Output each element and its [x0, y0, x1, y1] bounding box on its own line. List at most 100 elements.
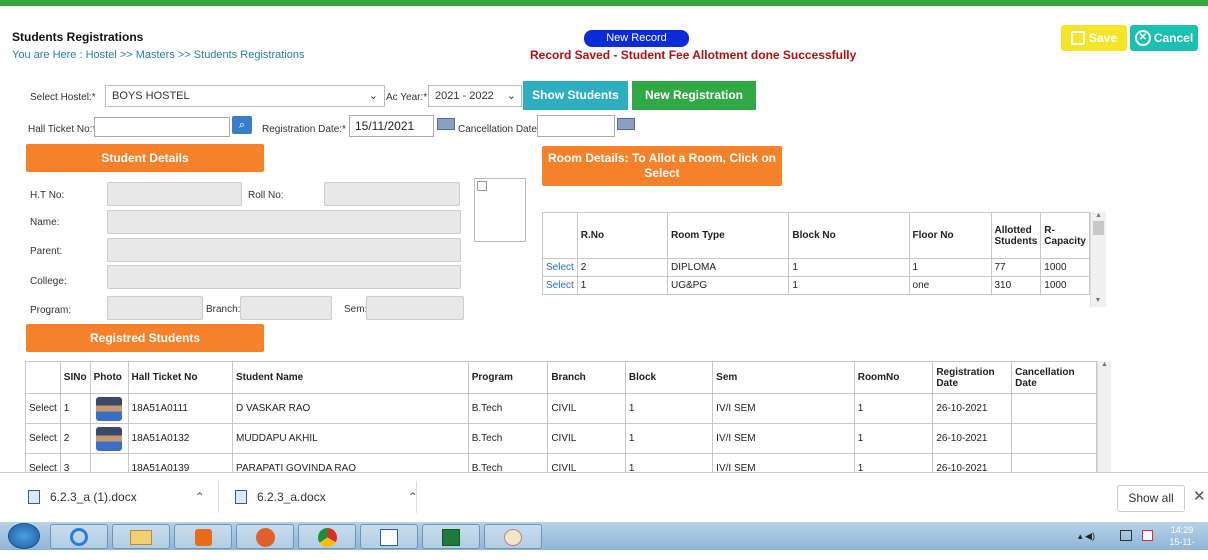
registered-column-header: RoomNo	[853, 361, 934, 394]
registered-table-container: SINo Photo Hall Ticket No Student Name Progr…	[25, 361, 1111, 472]
internet-explorer-icon[interactable]	[50, 524, 108, 549]
table-cell: 1	[624, 423, 714, 454]
chrome-icon[interactable]	[298, 524, 356, 549]
show-students-button[interactable]: Show Students	[523, 81, 628, 110]
paint-icon[interactable]	[484, 524, 542, 549]
table-cell: B.Tech	[467, 393, 549, 424]
select-link[interactable]: Select	[542, 276, 578, 295]
name-label: Name:	[30, 217, 60, 228]
download-item-1[interactable]: 6.2.3_a (1).docx ⌃	[28, 490, 205, 504]
program-label: Program:	[30, 305, 72, 316]
download-item-2[interactable]: 6.2.3_a.docx ⌃	[235, 490, 418, 504]
table-cell: 77	[990, 258, 1042, 277]
registered-table-header: SINo Photo Hall Ticket No Student Name Progr…	[25, 361, 1097, 394]
scroll-thumb[interactable]	[1093, 221, 1104, 235]
excel-icon[interactable]	[422, 524, 480, 549]
table-cell: CIVIL	[547, 423, 626, 454]
student-avatar	[96, 396, 123, 421]
sem-label: Sem:	[344, 304, 368, 315]
cancel-date-input[interactable]	[537, 115, 615, 137]
table-cell: 2	[576, 258, 668, 277]
reg-date-input[interactable]: 15/11/2021	[349, 115, 434, 137]
select-link[interactable]: Select	[25, 423, 61, 454]
parent-label: Parent:	[30, 246, 63, 257]
status-message: Record Saved - Student Fee Allotment don…	[530, 48, 857, 62]
hostel-select[interactable]: BOYS HOSTEL ⌄	[105, 85, 385, 107]
roll-field	[324, 182, 460, 206]
table-cell: 1	[59, 393, 91, 424]
save-label: Save	[1088, 31, 1118, 45]
table-cell: IV/I SEM	[712, 423, 855, 454]
media-player-icon[interactable]	[174, 524, 232, 549]
scroll-up-icon[interactable]: ▲	[1098, 361, 1111, 368]
chevron-up-icon[interactable]: ⌃	[195, 490, 205, 504]
room-column-header	[542, 212, 578, 259]
network-icon[interactable]	[1120, 530, 1132, 541]
room-column-header: Room Type	[666, 212, 790, 259]
firefox-icon[interactable]	[236, 524, 294, 549]
student-details-heading: Student Details	[26, 144, 264, 172]
branch-label: Branch:	[206, 304, 241, 315]
new-registration-button[interactable]: New Registration	[632, 81, 756, 110]
table-cell: 26-10-2021	[932, 453, 1013, 472]
table-cell: 26-10-2021	[932, 393, 1013, 424]
start-icon[interactable]	[8, 523, 40, 549]
table-cell: 18A51A0132	[127, 423, 234, 454]
table-row: Select 3 18A51A0139 PARAPATI GOVINDA RAO B.T…	[25, 453, 1097, 472]
registered-column-header: Hall Ticket No	[127, 361, 234, 394]
cancel-date-label: Cancellation Date:	[458, 124, 540, 135]
table-cell: 26-10-2021	[932, 423, 1013, 454]
branch-field	[240, 296, 332, 320]
table-cell: 1	[908, 258, 992, 277]
table-cell: 1	[624, 453, 714, 472]
sem-field	[366, 296, 464, 320]
registered-students-heading: Registred Students	[26, 324, 264, 352]
table-cell: 1	[788, 276, 910, 295]
table-cell: 1	[576, 276, 668, 295]
clock[interactable]: 14:29 15-11-2021	[1160, 524, 1204, 560]
room-column-header: Block No	[788, 212, 910, 259]
table-cell: CIVIL	[547, 453, 626, 472]
scroll-down-icon[interactable]: ▼	[1091, 297, 1105, 304]
hall-ticket-input[interactable]	[94, 117, 230, 137]
student-photo-cell	[89, 393, 129, 424]
word-icon[interactable]	[360, 524, 418, 549]
student-avatar	[96, 426, 123, 451]
volume-icon[interactable]: ▴ ◀)	[1078, 531, 1095, 542]
select-link[interactable]: Select	[25, 453, 61, 472]
close-icon[interactable]: ✕	[1193, 487, 1206, 505]
scroll-up-icon[interactable]: ▲	[1091, 212, 1106, 219]
registered-column-header: Branch	[547, 361, 626, 394]
action-center-icon[interactable]	[1142, 530, 1153, 541]
select-link[interactable]: Select	[25, 393, 61, 424]
folder-icon[interactable]	[112, 524, 170, 549]
clock-date: 15-11-2021	[1169, 537, 1195, 559]
ac-year-label: Ac Year:*	[386, 92, 428, 103]
room-table-scrollbar[interactable]: ▲ ▼	[1090, 212, 1106, 307]
table-row: Select 2 DIPLOMA 1 1 77 1000	[542, 258, 1090, 277]
search-icon[interactable]: ⌕	[232, 116, 252, 134]
show-all-button[interactable]: Show all	[1117, 485, 1185, 512]
breadcrumb: You are Here : Hostel >> Masters >> Stud…	[12, 49, 305, 61]
room-column-header: Floor No	[908, 212, 992, 259]
calendar-icon[interactable]	[617, 118, 635, 130]
page-title: Students Registrations	[12, 30, 144, 44]
reg-date-label: Registration Date:*	[262, 124, 346, 135]
save-button[interactable]: Save	[1061, 25, 1127, 51]
table-cell: 1	[853, 393, 934, 424]
new-record-button[interactable]: New Record	[584, 30, 689, 47]
ac-year-select[interactable]: 2021 - 2022 ⌄	[428, 85, 522, 107]
room-column-header: R.No	[576, 212, 668, 259]
table-cell: IV/I SEM	[712, 453, 855, 472]
table-cell: CIVIL	[547, 393, 626, 424]
ac-year-value: 2021 - 2022	[435, 90, 494, 102]
chevron-down-icon: ⌄	[368, 90, 378, 102]
registered-table-scrollbar[interactable]: ▲	[1097, 361, 1111, 472]
registered-column-header: SINo	[59, 361, 91, 394]
chevron-down-icon: ⌄	[506, 90, 516, 102]
cancel-button[interactable]: ✕ Cancel	[1130, 25, 1198, 51]
cancel-label: Cancel	[1153, 31, 1194, 45]
parent-field	[107, 238, 461, 262]
calendar-icon[interactable]	[437, 118, 455, 130]
select-link[interactable]: Select	[542, 258, 578, 277]
